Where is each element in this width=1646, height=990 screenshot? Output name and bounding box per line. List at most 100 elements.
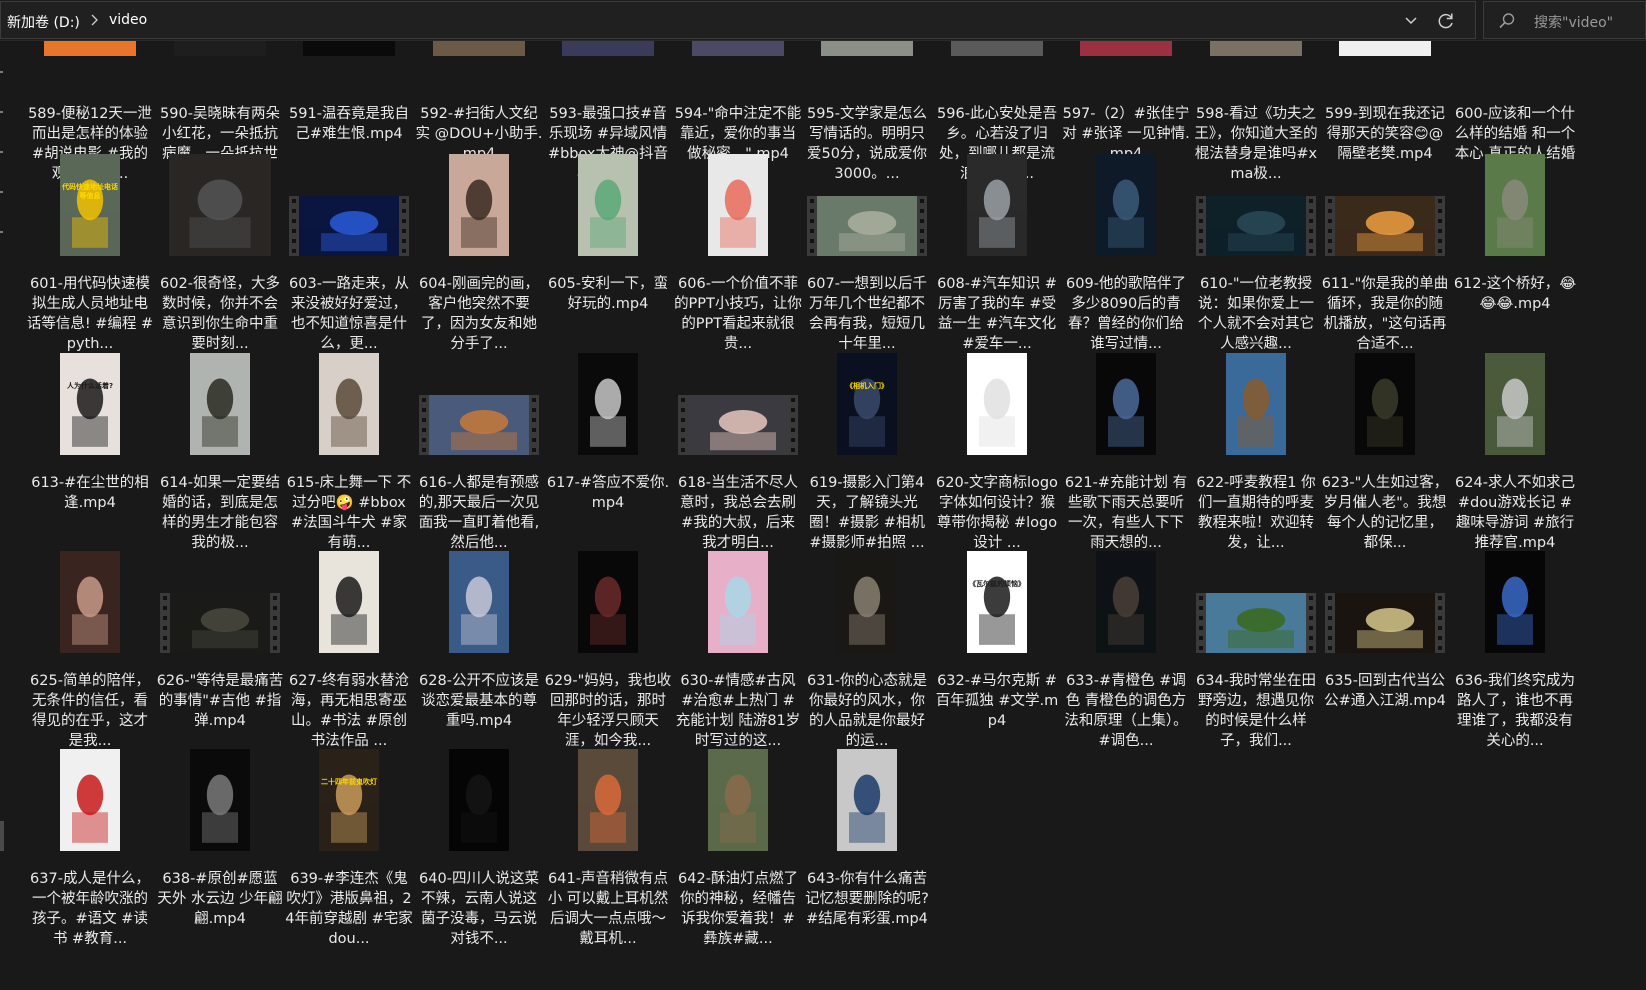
- thumbnail-frame[interactable]: [419, 749, 539, 867]
- file-item[interactable]: 627-终有弱水替沧海，再无相思寄巫山。#书法 #原创书法作品 ...: [285, 551, 413, 751]
- file-thumbnail[interactable]: 人为什么活着?: [60, 353, 120, 455]
- file-item[interactable]: 624-求人不如求己#dou游戏长记 #趣味导游词 #旅行推荐官.mp4: [1451, 353, 1579, 553]
- thumbnail-frame[interactable]: [160, 749, 280, 867]
- file-item[interactable]: 618-当生活不尽人意时，我总会去刷#我的大叔，后来我才明白...: [674, 353, 802, 553]
- thumbnail-frame[interactable]: 代码快速地址电话等信息: [30, 154, 150, 272]
- file-thumbnail[interactable]: [1096, 551, 1156, 653]
- file-item[interactable]: 616-人都是有预感的,那天最后一次见面我一直盯着他看,然后他...: [415, 353, 543, 553]
- file-item[interactable]: 人为什么活着? 613-#在尘世的相逢.mp4: [26, 353, 154, 553]
- file-thumbnail[interactable]: [319, 353, 379, 455]
- file-item[interactable]: 608-#汽车知识 #厉害了我的车 #受益一生 #汽车文化 #爱车一...: [933, 154, 1061, 354]
- file-item[interactable]: 609-他的歌陪伴了多少8090后的青春？曾经的你们给谁写过情...: [1062, 154, 1190, 354]
- breadcrumb-folder[interactable]: video: [109, 12, 147, 28]
- thumbnail-frame[interactable]: [548, 353, 668, 471]
- file-thumbnail[interactable]: [449, 154, 509, 256]
- breadcrumb-drive[interactable]: 新加卷 (D:): [7, 12, 80, 32]
- file-item[interactable]: 代码快速地址电话等信息 601-用代码快速模拟生成人员地址电话等信息! #编程 #…: [26, 154, 154, 354]
- file-thumbnail[interactable]: [60, 749, 120, 851]
- thumbnail-frame[interactable]: [289, 154, 409, 272]
- file-thumbnail[interactable]: [1206, 196, 1306, 256]
- file-item[interactable]: 641-声音稍微有点小 可以戴上耳机然后调大一点点哦～戴耳机...: [544, 749, 672, 949]
- file-thumbnail[interactable]: [1485, 353, 1545, 455]
- navigation-pane-edge[interactable]: [0, 41, 10, 990]
- file-thumbnail[interactable]: [1485, 551, 1545, 653]
- file-item[interactable]: 620-文字商标logo字体如何设计？猴尊带你揭秘 #logo设计 ...: [933, 353, 1061, 553]
- thumbnail-frame[interactable]: [1325, 551, 1445, 669]
- file-thumbnail[interactable]: [837, 749, 897, 851]
- thumbnail-frame[interactable]: [160, 353, 280, 471]
- file-item[interactable]: 610-"一位老教授说：如果你爱上一个人就不会对其它人感兴趣...: [1192, 154, 1320, 354]
- thumbnail-frame[interactable]: [678, 749, 798, 867]
- thumbnail-frame[interactable]: 《相机入门》: [807, 353, 927, 471]
- file-thumbnail[interactable]: [1206, 593, 1306, 653]
- file-item[interactable]: 626-"等待是最痛苦的事情"#吉他 #指弹.mp4: [156, 551, 284, 751]
- file-item[interactable]: 628-公开不应该是谈恋爱最基本的尊重吗.mp4: [415, 551, 543, 751]
- file-item[interactable]: 二十四年前鬼吹灯 639-#李连杰《鬼吹灯》港版鼻祖，24年前穿越剧 #宅家dou…: [285, 749, 413, 949]
- thumbnail-frame[interactable]: [1455, 551, 1575, 669]
- thumbnail-frame[interactable]: [1066, 154, 1186, 272]
- file-thumbnail[interactable]: [837, 551, 897, 653]
- refresh-icon[interactable]: [1436, 11, 1456, 31]
- thumbnail-frame[interactable]: [419, 154, 539, 272]
- file-thumbnail[interactable]: [1485, 154, 1545, 256]
- chevron-down-icon[interactable]: [1403, 14, 1419, 28]
- thumbnail-frame[interactable]: [807, 154, 927, 272]
- file-item[interactable]: 615-床上舞一下 不过分吧🤪 #bbox #法国斗牛犬 #家有萌...: [285, 353, 413, 553]
- thumbnail-frame[interactable]: [289, 353, 409, 471]
- file-thumbnail[interactable]: [449, 551, 509, 653]
- thumbnail-frame[interactable]: 人为什么活着?: [30, 353, 150, 471]
- file-thumbnail[interactable]: [1335, 196, 1435, 256]
- thumbnail-frame[interactable]: [30, 551, 150, 669]
- file-item[interactable]: 636-我们终究成为路人了，谁也不再理谁了，我都没有关心的...: [1451, 551, 1579, 751]
- file-thumbnail[interactable]: [190, 749, 250, 851]
- file-item[interactable]: 629-"妈妈，我也收回那时的话，那时年少轻浮只顾天涯，如今我...: [544, 551, 672, 751]
- file-thumbnail[interactable]: [967, 353, 1027, 455]
- file-thumbnail[interactable]: 代码快速地址电话等信息: [60, 154, 120, 256]
- file-item[interactable]: 630-#情感#古风 #治愈#上热门 #充能计划 陆游81岁时写过的这...: [674, 551, 802, 751]
- file-item[interactable]: 《相机入门》 619-摄影入门第4天，了解镜头光圈！#摄影 #相机 #摄影师#拍照…: [803, 353, 931, 553]
- file-thumbnail[interactable]: [817, 196, 917, 256]
- thumbnail-frame[interactable]: [548, 749, 668, 867]
- file-item[interactable]: 602-很奇怪，大多数时候，你并不会意识到你生命中重要时刻...: [156, 154, 284, 354]
- thumbnail-frame[interactable]: [678, 551, 798, 669]
- file-item[interactable]: 621-#充能计划 有些歌下雨天总要听一次，有些人下下雨天想的...: [1062, 353, 1190, 553]
- file-item[interactable]: 635-回到古代当公公#通入江湖.mp4: [1321, 551, 1449, 751]
- file-item[interactable]: 625-简单的陪伴，无条件的信任，看得见的在乎，这才是我...: [26, 551, 154, 751]
- thumbnail-frame[interactable]: [160, 551, 280, 669]
- file-thumbnail[interactable]: [449, 749, 509, 851]
- file-thumbnail[interactable]: [708, 154, 768, 256]
- file-item[interactable]: 633-#青橙色 #调色 青橙色的调色方法和原理（上集）。#调色...: [1062, 551, 1190, 751]
- file-thumbnail[interactable]: [1335, 593, 1435, 653]
- file-thumbnail[interactable]: [1226, 353, 1286, 455]
- thumbnail-frame[interactable]: [548, 154, 668, 272]
- file-thumbnail[interactable]: [578, 353, 638, 455]
- thumbnail-frame[interactable]: [419, 551, 539, 669]
- thumbnail-frame[interactable]: [678, 154, 798, 272]
- file-thumbnail[interactable]: [169, 154, 271, 256]
- file-thumbnail[interactable]: [1096, 154, 1156, 256]
- thumbnail-frame[interactable]: 二十四年前鬼吹灯: [289, 749, 409, 867]
- file-thumbnail[interactable]: [190, 353, 250, 455]
- thumbnail-frame[interactable]: [1196, 353, 1316, 471]
- file-item[interactable]: 《瓦尔兹的烦恼》 632-#马尔克斯 #百年孤独 #文学.mp4: [933, 551, 1061, 751]
- file-thumbnail[interactable]: [319, 551, 379, 653]
- file-thumbnail[interactable]: 《相机入门》: [837, 353, 897, 455]
- nav-scroll-thumb[interactable]: [0, 821, 4, 851]
- thumbnail-frame[interactable]: [678, 353, 798, 471]
- thumbnail-frame[interactable]: [1455, 154, 1575, 272]
- thumbnail-frame[interactable]: [419, 353, 539, 471]
- file-thumbnail[interactable]: [60, 551, 120, 653]
- chevron-right-icon[interactable]: [89, 11, 101, 29]
- file-item[interactable]: 637-成人是什么，一个被年龄吹涨的孩子。#语文 #读书 #教育...: [26, 749, 154, 949]
- file-item[interactable]: 642-酥油灯点燃了你的神秘，经幡告诉我你爱着我！#彝族#藏...: [674, 749, 802, 949]
- thumbnail-frame[interactable]: [807, 551, 927, 669]
- thumbnail-frame[interactable]: [30, 749, 150, 867]
- thumbnail-frame[interactable]: [289, 551, 409, 669]
- file-item[interactable]: 603-一路走来，从来没被好好爱过，也不知道惊喜是什么，更...: [285, 154, 413, 354]
- file-thumbnail[interactable]: [708, 551, 768, 653]
- file-thumbnail[interactable]: [299, 196, 399, 256]
- thumbnail-frame[interactable]: [1066, 551, 1186, 669]
- thumbnail-frame[interactable]: 《瓦尔兹的烦恼》: [937, 551, 1057, 669]
- file-item[interactable]: 606-一个价值不菲的PPT小技巧，让你的PPT看起来就很贵...: [674, 154, 802, 354]
- thumbnail-frame[interactable]: [937, 353, 1057, 471]
